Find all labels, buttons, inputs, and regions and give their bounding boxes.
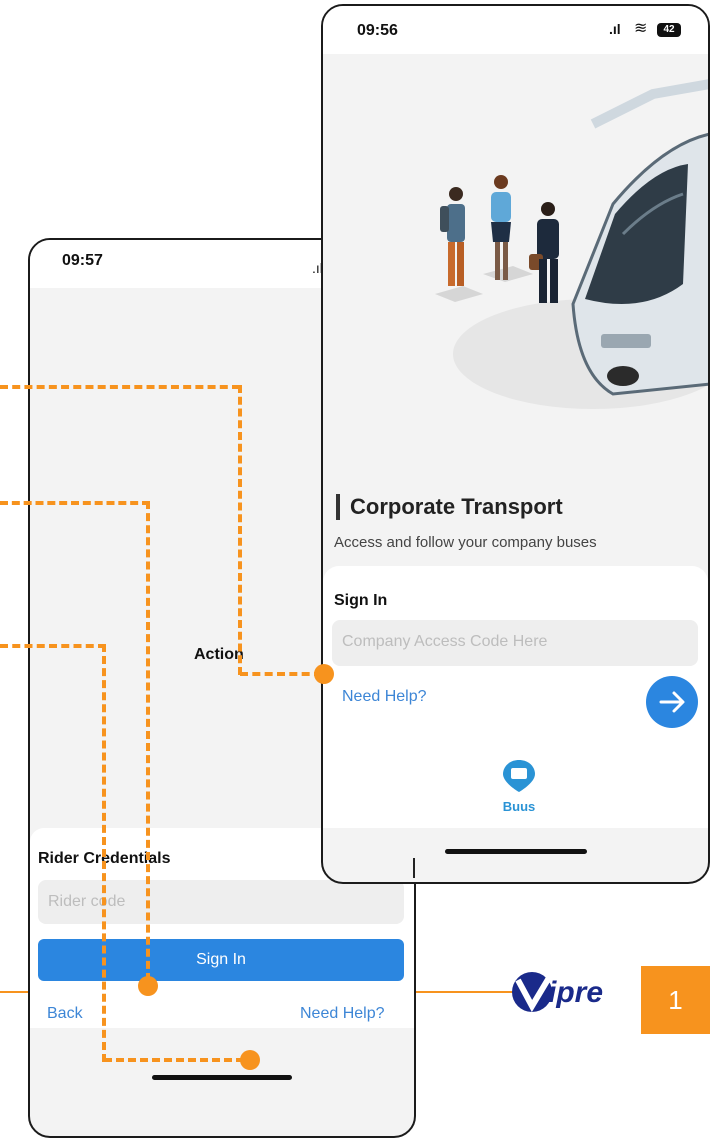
status-time: 09:57 [62, 252, 103, 269]
page-subtitle: Access and follow your company buses [334, 534, 597, 551]
title-accent-bar [336, 494, 340, 520]
status-bar: 09:56 .ıl ≋ 42 [323, 6, 708, 54]
company-need-help-link[interactable]: Need Help? [342, 688, 427, 706]
battery-icon: 42 [657, 23, 681, 37]
page-number: 1 [668, 985, 683, 1015]
battery-level: 42 [663, 24, 675, 35]
callout-line [104, 1058, 244, 1062]
callout-dot [138, 976, 158, 996]
rider-code-input[interactable]: Rider code [38, 880, 404, 924]
callout-line [102, 644, 106, 1062]
callout-line [238, 385, 242, 675]
next-button[interactable] [646, 676, 698, 728]
page-number-badge: 1 [641, 966, 710, 1034]
passenger-figure [491, 175, 511, 280]
corporate-transport-illustration [435, 79, 708, 409]
callout-line [146, 501, 150, 981]
buus-logo-text: Buus [502, 799, 536, 814]
callout-line [0, 644, 106, 648]
vipre-logo-text: ipre [548, 976, 604, 1009]
sign-in-panel: Sign In Company Access Code Here Need He… [323, 566, 708, 828]
buus-logo: Buus [499, 758, 539, 818]
connector-tick [413, 858, 415, 878]
callout-line [0, 501, 150, 505]
location-pin-bus-icon [503, 760, 535, 792]
back-link[interactable]: Back [47, 1005, 83, 1023]
home-indicator [152, 1075, 292, 1080]
rider-need-help-link[interactable]: Need Help? [300, 1005, 385, 1023]
wifi-icon: ≋ [634, 20, 648, 37]
sign-in-title: Sign In [334, 592, 388, 609]
sign-in-button[interactable]: Sign In [38, 939, 404, 981]
company-phone-screen: 09:56 .ıl ≋ 42 Corporate Transport Acces… [321, 4, 710, 884]
passenger-figure [440, 187, 465, 286]
status-time: 09:56 [357, 22, 398, 39]
arrow-right-icon [659, 691, 685, 713]
action-label: Action [194, 646, 244, 663]
page-title: Corporate Transport [350, 494, 563, 519]
callout-dot [240, 1050, 260, 1070]
passenger-figure [529, 202, 559, 303]
callout-line [0, 385, 240, 389]
callout-dot [314, 664, 334, 684]
callout-line [240, 672, 322, 676]
sign-in-button-label: Sign In [196, 951, 246, 968]
home-indicator [445, 849, 587, 854]
company-access-code-input[interactable]: Company Access Code Here [332, 620, 698, 666]
vipre-logo: ipre [510, 962, 640, 1022]
signal-icon: .ıl [609, 21, 621, 37]
bus-graphic [571, 79, 708, 396]
